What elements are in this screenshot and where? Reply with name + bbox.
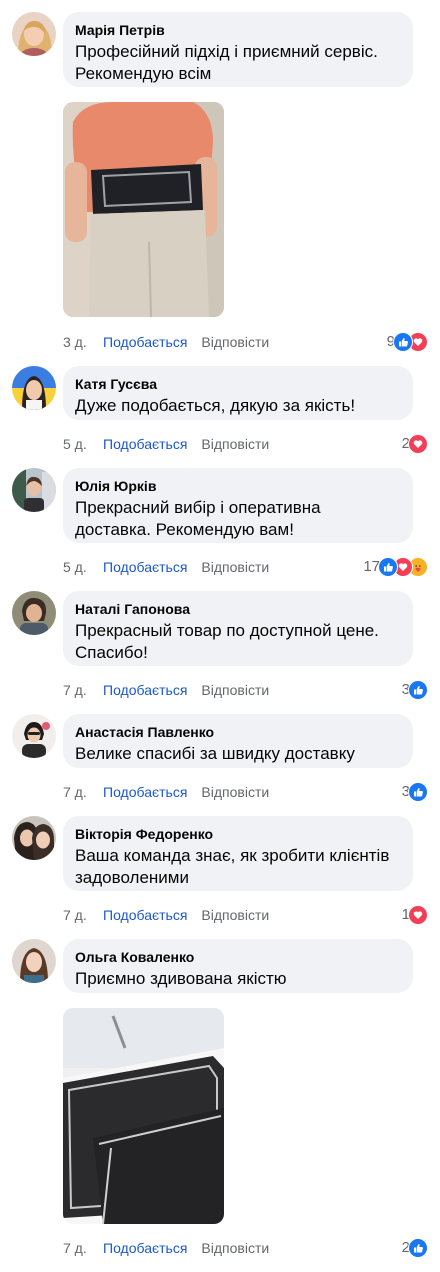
like-button[interactable]: Подобається: [103, 680, 187, 700]
like-button[interactable]: Подобається: [103, 905, 187, 925]
like-icon: [378, 557, 398, 577]
avatar[interactable]: [12, 468, 56, 512]
comment-author[interactable]: Анастасія Павленко: [75, 723, 401, 741]
comment-time[interactable]: 7 д.: [63, 1238, 103, 1258]
reactions-summary[interactable]: 17: [363, 557, 428, 577]
comment-time[interactable]: 5 д.: [63, 434, 103, 454]
comment-author[interactable]: Ольга Коваленко: [75, 948, 401, 966]
comment-author[interactable]: Марія Петрів: [75, 21, 401, 39]
avatar[interactable]: [12, 366, 56, 410]
like-button[interactable]: Подобається: [103, 434, 187, 454]
comment-actions: 7 д. Подобається Відповісти: [63, 782, 269, 802]
reply-button[interactable]: Відповісти: [201, 557, 269, 577]
comment-time[interactable]: 5 д.: [63, 557, 103, 577]
like-icon: [408, 1238, 428, 1258]
comment-photo[interactable]: [63, 102, 224, 317]
reactions-summary[interactable]: 9: [387, 332, 428, 352]
comment-text: Приємно здивована якістю: [75, 969, 287, 988]
like-icon: [408, 680, 428, 700]
comment-actions: 7 д. Подобається Відповісти: [63, 905, 269, 925]
comment-time[interactable]: 7 д.: [63, 782, 103, 802]
comment-text: Професійний підхід і приємний сервіс. Ре…: [75, 42, 378, 83]
comment-author[interactable]: Юлія Юрків: [75, 477, 401, 495]
like-button[interactable]: Подобається: [103, 1238, 187, 1258]
avatar[interactable]: [12, 714, 56, 758]
comment-bubble: Ольга Коваленко Приємно здивована якістю: [63, 939, 413, 993]
comment-author[interactable]: Катя Гусєва: [75, 375, 401, 393]
comment-text: Велике спасибі за швидку доставку: [75, 744, 355, 763]
comment-text: Прекрасний вибір і оперативна доставка. …: [75, 498, 321, 539]
comment-bubble: Юлія Юрків Прекрасний вибір і оперативна…: [63, 468, 413, 543]
comment-bubble: Вікторія Федоренко Ваша команда знає, як…: [63, 816, 413, 891]
reactions-summary[interactable]: 3: [402, 782, 428, 802]
reply-button[interactable]: Відповісти: [201, 1238, 269, 1258]
comment-time[interactable]: 7 д.: [63, 680, 103, 700]
comment-actions: 5 д. Подобається Відповісти: [63, 434, 269, 454]
reply-button[interactable]: Відповісти: [201, 680, 269, 700]
avatar[interactable]: [12, 939, 56, 983]
comment-author[interactable]: Наталі Гапонова: [75, 600, 401, 618]
reply-button[interactable]: Відповісти: [201, 782, 269, 802]
reply-button[interactable]: Відповісти: [201, 434, 269, 454]
love-icon: [408, 434, 428, 454]
love-icon: [408, 905, 428, 925]
comment-actions: 3 д. Подобається Відповісти: [63, 332, 269, 352]
avatar[interactable]: [12, 816, 56, 860]
reply-button[interactable]: Відповісти: [201, 332, 269, 352]
comment-actions: 7 д. Подобається Відповісти: [63, 1238, 269, 1258]
comment-text: Ваша команда знає, як зробити клієнтів з…: [75, 846, 390, 887]
like-button[interactable]: Подобається: [103, 557, 187, 577]
comment-time[interactable]: 7 д.: [63, 905, 103, 925]
comment-photo[interactable]: [63, 1008, 224, 1224]
avatar[interactable]: [12, 12, 56, 56]
like-icon: [408, 782, 428, 802]
comment-bubble: Наталі Гапонова Прекрасный товар по дост…: [63, 591, 413, 666]
reactions-summary[interactable]: 2: [402, 1238, 428, 1258]
comment-text: Прекрасный товар по доступной цене. Спас…: [75, 621, 379, 662]
comment-bubble: Анастасія Павленко Велике спасибі за шви…: [63, 714, 413, 768]
comment-bubble: Катя Гусєва Дуже подобається, дякую за я…: [63, 366, 413, 420]
avatar[interactable]: [12, 591, 56, 635]
reply-button[interactable]: Відповісти: [201, 905, 269, 925]
comment-author[interactable]: Вікторія Федоренко: [75, 825, 401, 843]
reactions-summary[interactable]: 1: [402, 905, 428, 925]
comment-text: Дуже подобається, дякую за якість!: [75, 396, 356, 415]
like-icon: [393, 332, 413, 352]
like-button[interactable]: Подобається: [103, 782, 187, 802]
comment-bubble: Марія Петрів Професійний підхід і приємн…: [63, 12, 413, 87]
comment-actions: 5 д. Подобається Відповісти: [63, 557, 269, 577]
like-button[interactable]: Подобається: [103, 332, 187, 352]
comment-time[interactable]: 3 д.: [63, 332, 103, 352]
comment-actions: 7 д. Подобається Відповісти: [63, 680, 269, 700]
reactions-summary[interactable]: 3: [402, 680, 428, 700]
reactions-summary[interactable]: 2: [402, 434, 428, 454]
